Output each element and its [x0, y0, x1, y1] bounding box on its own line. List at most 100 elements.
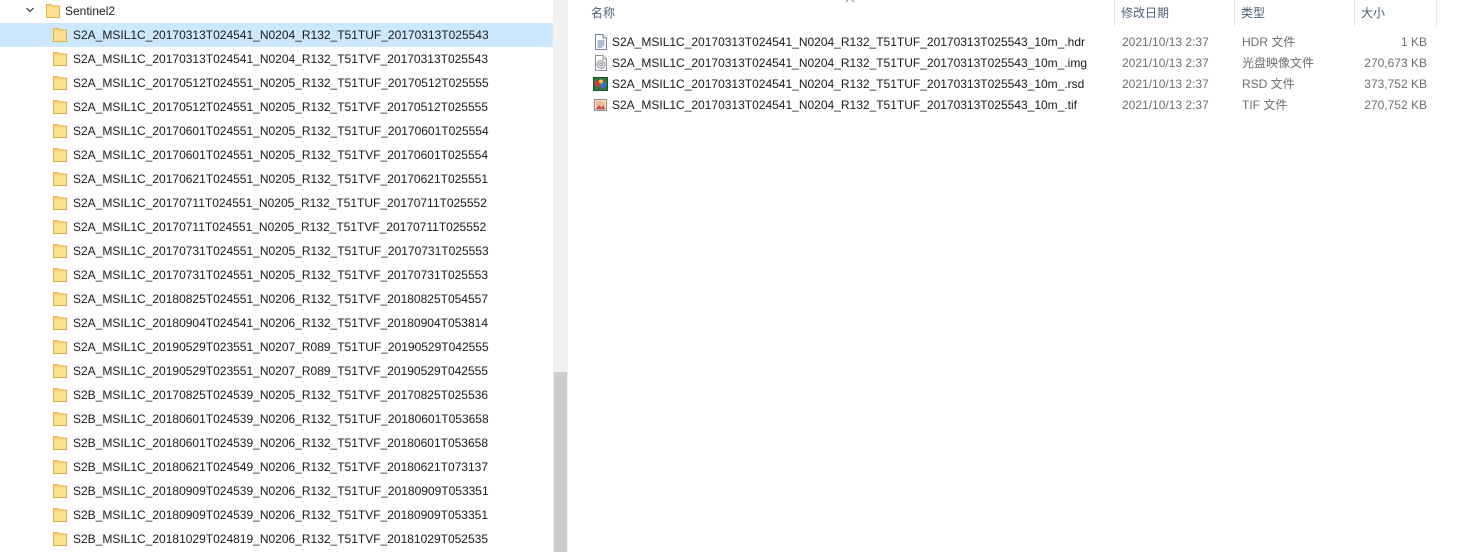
folder-icon [53, 411, 67, 426]
nav-parent-label: Sentinel2 [65, 4, 116, 18]
folder-icon [53, 147, 67, 162]
file-name: S2A_MSIL1C_20170313T024541_N0204_R132_T5… [612, 98, 1078, 112]
nav-folder-label: S2A_MSIL1C_20170313T024541_N0204_R132_T5… [73, 28, 489, 42]
nav-folder-label: S2B_MSIL1C_20170825T024539_N0205_R132_T5… [73, 388, 488, 402]
disc-image-file-icon [595, 55, 607, 71]
nav-folder-item[interactable]: S2A_MSIL1C_20170313T024541_N0204_R132_T5… [0, 47, 553, 71]
nav-folder-label: S2B_MSIL1C_20180909T024539_N0206_R132_T5… [73, 508, 488, 522]
file-size: 270,673 KB [1364, 56, 1427, 70]
nav-folder-label: S2A_MSIL1C_20170731T024551_N0205_R132_T5… [73, 268, 488, 282]
column-header-date[interactable]: 修改日期 [1114, 0, 1234, 26]
folder-icon [53, 339, 67, 354]
column-header-name[interactable]: 名称 [585, 0, 1113, 26]
folder-icon [53, 291, 67, 306]
nav-folder-label: S2A_MSIL1C_20190529T023551_N0207_R089_T5… [73, 364, 488, 378]
image-file-icon [594, 99, 607, 111]
folder-icon [53, 123, 67, 138]
folder-icon [53, 315, 67, 330]
nav-folder-label: S2B_MSIL1C_20180621T024549_N0206_R132_T5… [73, 460, 488, 474]
nav-folder-item[interactable]: S2A_MSIL1C_20170601T024551_N0205_R132_T5… [0, 143, 553, 167]
nav-folder-item[interactable]: S2A_MSIL1C_20190529T023551_N0207_R089_T5… [0, 335, 553, 359]
nav-folder-item[interactable]: S2B_MSIL1C_20170825T024539_N0205_R132_T5… [0, 383, 553, 407]
folder-icon [53, 195, 67, 210]
file-row[interactable]: S2A_MSIL1C_20170313T024541_N0204_R132_T5… [569, 95, 1449, 116]
nav-folder-label: S2A_MSIL1C_20180904T024541_N0206_R132_T5… [73, 316, 488, 330]
folder-icon [53, 267, 67, 282]
file-name: S2A_MSIL1C_20170313T024541_N0204_R132_T5… [612, 35, 1086, 49]
file-type: HDR 文件 [1242, 35, 1296, 49]
nav-folder-label: S2A_MSIL1C_20180825T024551_N0206_R132_T5… [73, 292, 488, 306]
file-size: 373,752 KB [1364, 77, 1427, 91]
file-name: S2A_MSIL1C_20170313T024541_N0204_R132_T5… [612, 56, 1088, 70]
nav-folder-item[interactable]: S2A_MSIL1C_20180825T024551_N0206_R132_T5… [0, 287, 553, 311]
file-row[interactable]: S2A_MSIL1C_20170313T024541_N0204_R132_T5… [569, 53, 1449, 74]
folder-icon [46, 3, 60, 18]
nav-folder-label: S2A_MSIL1C_20170512T024551_N0205_R132_T5… [73, 76, 489, 90]
nav-folder-item[interactable]: S2B_MSIL1C_20180621T024549_N0206_R132_T5… [0, 455, 553, 479]
column-header-type[interactable]: 类型 [1234, 0, 1354, 26]
folder-icon [53, 435, 67, 450]
nav-folder-item[interactable]: S2A_MSIL1C_20170313T024541_N0204_R132_T5… [0, 23, 553, 47]
nav-folder-label: S2A_MSIL1C_20170621T024551_N0205_R132_T5… [73, 172, 488, 186]
nav-folder-item[interactable]: S2B_MSIL1C_20181029T024819_N0206_R132_T5… [0, 527, 553, 551]
file-size: 270,752 KB [1364, 98, 1427, 112]
nav-folder-label: S2B_MSIL1C_20181029T024819_N0206_R132_T5… [73, 532, 488, 546]
folder-icon [53, 363, 67, 378]
rsd-file-icon [593, 77, 608, 91]
nav-folder-label: S2B_MSIL1C_20180909T024539_N0206_R132_T5… [73, 484, 489, 498]
nav-folder-item[interactable]: S2A_MSIL1C_20170731T024551_N0205_R132_T5… [0, 263, 553, 287]
chevron-down-icon[interactable] [25, 5, 35, 15]
folder-icon [53, 51, 67, 66]
file-type: RSD 文件 [1242, 77, 1295, 91]
folder-icon [53, 459, 67, 474]
nav-folder-list: S2A_MSIL1C_20170313T024541_N0204_R132_T5… [0, 23, 553, 551]
file-modified-date: 2021/10/13 2:37 [1122, 35, 1209, 49]
nav-folder-item[interactable]: S2A_MSIL1C_20170512T024551_N0205_R132_T5… [0, 71, 553, 95]
file-size: 1 KB [1400, 35, 1427, 49]
nav-folder-label: S2A_MSIL1C_20170731T024551_N0205_R132_T5… [73, 244, 489, 258]
file-modified-date: 2021/10/13 2:37 [1122, 77, 1209, 91]
nav-folder-label: S2B_MSIL1C_20180601T024539_N0206_R132_T5… [73, 436, 488, 450]
nav-folder-item[interactable]: S2A_MSIL1C_20190529T023551_N0207_R089_T5… [0, 359, 553, 383]
nav-folder-label: S2A_MSIL1C_20170512T024551_N0205_R132_T5… [73, 100, 488, 114]
nav-folder-item[interactable]: S2B_MSIL1C_20180601T024539_N0206_R132_T5… [0, 407, 553, 431]
nav-folder-label: S2A_MSIL1C_20170601T024551_N0205_R132_T5… [73, 124, 489, 138]
folder-icon [53, 219, 67, 234]
content-pane: 名称 修改日期 类型 大小 S2A_MSIL1C_20170313T024541… [569, 0, 1472, 552]
nav-folder-item[interactable]: S2A_MSIL1C_20170731T024551_N0205_R132_T5… [0, 239, 553, 263]
file-name: S2A_MSIL1C_20170313T024541_N0204_R132_T5… [612, 77, 1085, 91]
nav-folder-label: S2A_MSIL1C_20170313T024541_N0204_R132_T5… [73, 52, 488, 66]
file-type: 光盘映像文件 [1242, 56, 1315, 70]
folder-icon [53, 243, 67, 258]
folder-icon [53, 99, 67, 114]
folder-icon [53, 483, 67, 498]
nav-folder-item[interactable]: S2B_MSIL1C_20180909T024539_N0206_R132_T5… [0, 503, 553, 527]
text-file-icon [595, 34, 607, 50]
nav-folder-label: S2A_MSIL1C_20170711T024551_N0205_R132_T5… [73, 196, 487, 210]
folder-icon [53, 387, 67, 402]
folder-icon [53, 171, 67, 186]
nav-folder-item[interactable]: S2A_MSIL1C_20170512T024551_N0205_R132_T5… [0, 95, 553, 119]
nav-folder-item[interactable]: S2B_MSIL1C_20180909T024539_N0206_R132_T5… [0, 479, 553, 503]
folder-icon [53, 531, 67, 546]
file-type: TIF 文件 [1242, 98, 1288, 112]
nav-folder-label: S2A_MSIL1C_20170601T024551_N0205_R132_T5… [73, 148, 488, 162]
nav-folder-label: S2B_MSIL1C_20180601T024539_N0206_R132_T5… [73, 412, 489, 426]
file-row[interactable]: S2A_MSIL1C_20170313T024541_N0204_R132_T5… [569, 74, 1449, 95]
folder-icon [53, 27, 67, 42]
folder-icon [53, 75, 67, 90]
file-modified-date: 2021/10/13 2:37 [1122, 56, 1209, 70]
navigation-pane: Sentinel2 S2A_MSIL1C_20170313T024541_N02… [0, 0, 568, 552]
nav-folder-item[interactable]: S2B_MSIL1C_20180601T024539_N0206_R132_T5… [0, 431, 553, 455]
nav-folder-item[interactable]: S2A_MSIL1C_20170621T024551_N0205_R132_T5… [0, 167, 553, 191]
nav-folder-item[interactable]: S2A_MSIL1C_20170711T024551_N0205_R132_T5… [0, 191, 553, 215]
nav-folder-item[interactable]: S2A_MSIL1C_20170711T024551_N0205_R132_T5… [0, 215, 553, 239]
file-modified-date: 2021/10/13 2:37 [1122, 98, 1209, 112]
nav-scrollbar[interactable] [553, 0, 568, 552]
file-row[interactable]: S2A_MSIL1C_20170313T024541_N0204_R132_T5… [569, 32, 1449, 53]
nav-scrollbar-thumb[interactable] [554, 372, 567, 552]
nav-folder-item[interactable]: S2A_MSIL1C_20180904T024541_N0206_R132_T5… [0, 311, 553, 335]
nav-parent-folder[interactable]: Sentinel2 [0, 0, 553, 22]
nav-folder-item[interactable]: S2A_MSIL1C_20170601T024551_N0205_R132_T5… [0, 119, 553, 143]
column-header-size[interactable]: 大小 [1354, 0, 1437, 26]
